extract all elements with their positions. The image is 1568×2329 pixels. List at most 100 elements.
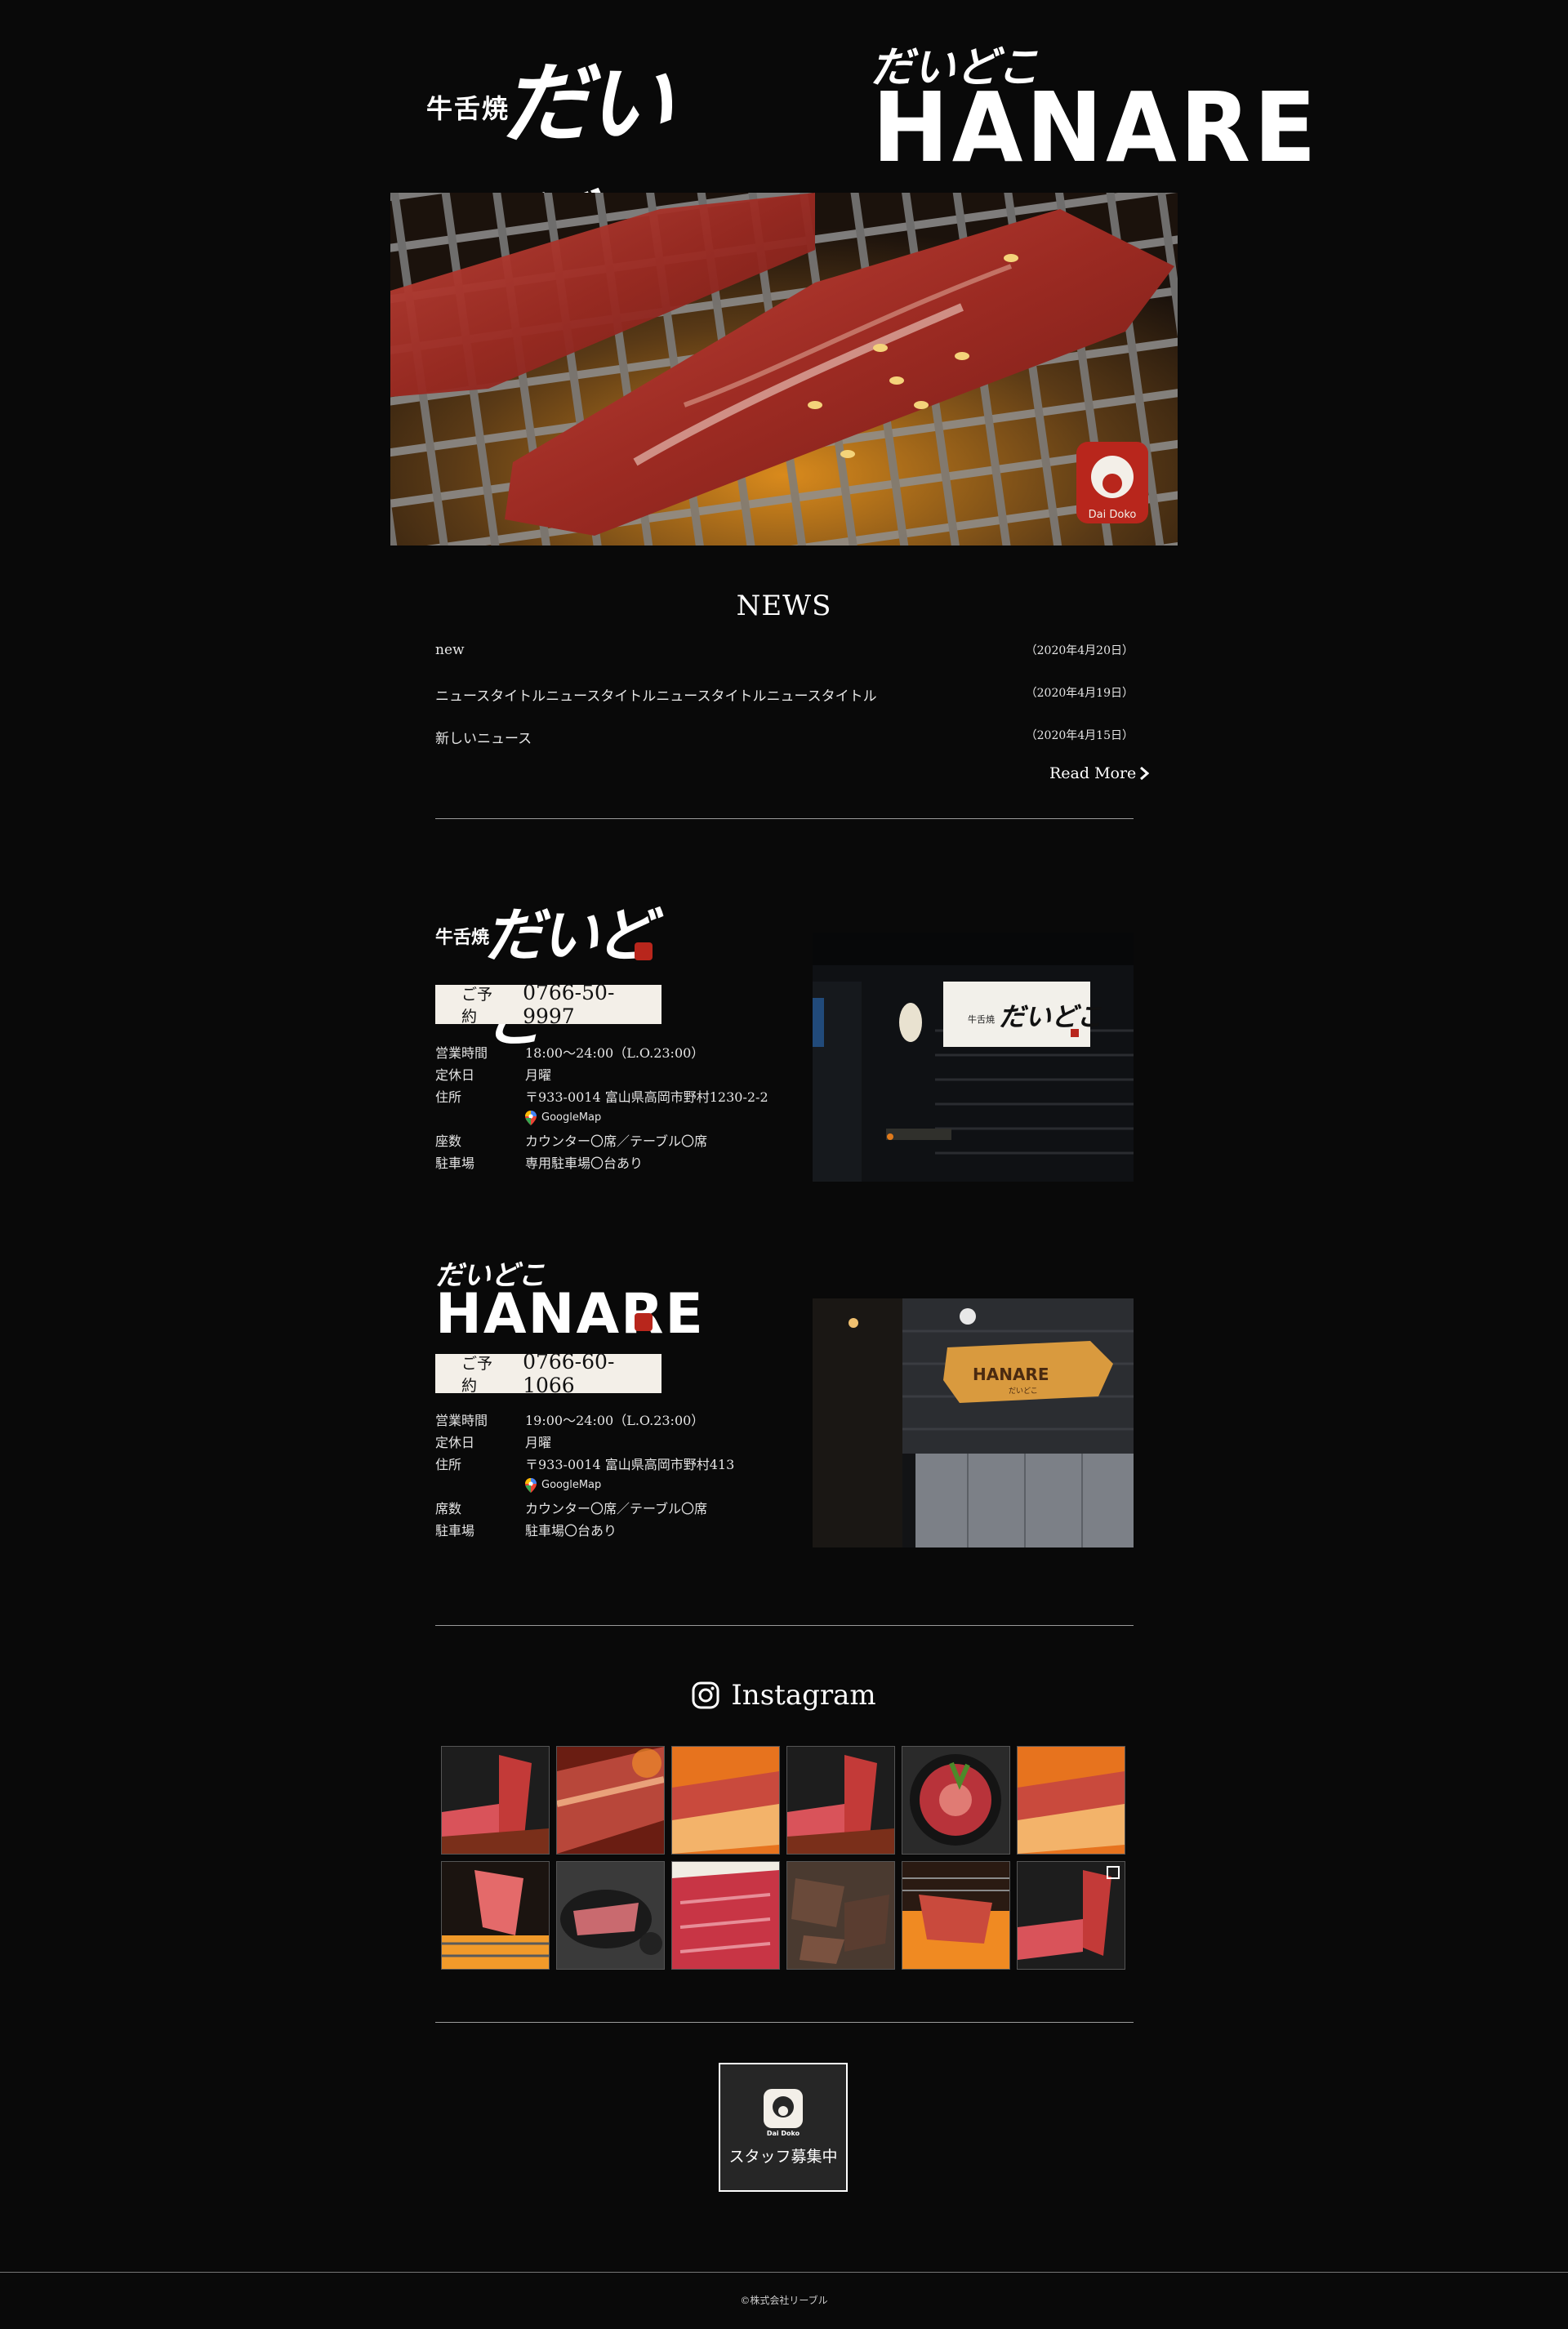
info-value: 〒933-0014 富山県高岡市野村413 [525, 1456, 735, 1472]
news-item-date: （2020年4月20日） [1025, 644, 1134, 657]
hero-badge-text: Dai Doko [1089, 509, 1137, 521]
news-heading: NEWS [736, 590, 832, 622]
info-row-map: GoogleMap [435, 1474, 778, 1496]
recruit-label: スタッフ募集中 [728, 2147, 838, 2166]
storefront-photo: 牛舌焼 だいどこ [813, 933, 1134, 1182]
logo-title: だいどこ [484, 901, 654, 1055]
info-row-holiday: 定休日 月曜 [435, 1062, 778, 1084]
instagram-icon [692, 1681, 719, 1709]
instagram-post[interactable] [902, 1746, 1010, 1855]
news-item-title[interactable]: 新しいニュース [435, 727, 532, 747]
seal-icon [635, 1313, 653, 1331]
info-row-parking: 駐車場 専用駐車場〇台あり [435, 1151, 778, 1173]
info-value: 月曜 [525, 1434, 552, 1450]
footer-divider [0, 2272, 1568, 2273]
grilled-meat-photo: Dai Doko [390, 193, 1178, 546]
info-key: 駐車場 [435, 1155, 475, 1171]
info-key: 席数 [435, 1500, 462, 1516]
info-key: 駐車場 [435, 1522, 475, 1539]
logo-title: HANARE [435, 1282, 705, 1347]
reserve-phone-button[interactable]: ご予約 0766-60-1066 [435, 1350, 662, 1397]
logo-subtitle: 牛舌焼 [435, 928, 490, 948]
shop-info: 営業時間 19:00～24:00（L.O.23:00） 定休日 月曜 住所 〒933-… [435, 1408, 778, 1540]
section-divider [435, 1625, 1134, 1626]
logo-title: HANARE [872, 72, 1320, 185]
news-item-date: （2020年4月19日） [1025, 687, 1134, 700]
info-key: 住所 [435, 1456, 462, 1472]
info-row-address: 住所 〒933-0014 富山県高岡市野村413 [435, 1452, 778, 1474]
info-value: 19:00～24:00（L.O.23:00） [525, 1412, 705, 1428]
news-item-date: （2020年4月15日） [1025, 729, 1134, 742]
news-item-title[interactable]: ニュースタイトルニュースタイトルニュースタイトルニュースタイトル [435, 684, 877, 705]
phone-number: 0766-60-1066 [523, 1350, 615, 1397]
instagram-post[interactable] [556, 1861, 665, 1970]
info-row-seats: 席数 カウンター〇席／テーブル〇席 [435, 1496, 778, 1518]
info-row-parking: 駐車場 駐車場〇台あり [435, 1518, 778, 1540]
info-row-address: 住所 〒933-0014 富山県高岡市野村1230-2-2 [435, 1084, 778, 1107]
instagram-post[interactable] [441, 1746, 550, 1855]
info-key: 住所 [435, 1089, 462, 1105]
instagram-post[interactable] [671, 1746, 780, 1855]
info-value: カウンター〇席／テーブル〇席 [525, 1133, 708, 1149]
sign-title: だいどこ [999, 1001, 1102, 1032]
info-key: 定休日 [435, 1434, 475, 1450]
instagram-grid [441, 1746, 1125, 1970]
shop-photo: HANARE だいどこ [813, 1298, 1134, 1547]
info-key: 座数 [435, 1133, 462, 1149]
shop-hanare: だいどこ HANARE ご予約 0766-60-1066 営業時間 19:00～2… [435, 1253, 1134, 1555]
map-pin-icon [525, 1110, 537, 1125]
info-row-hours: 営業時間 18:00～24:00（L.O.23:00） [435, 1040, 778, 1062]
map-pin-icon [525, 1477, 537, 1493]
sign-subtitle: だいどこ [1009, 1387, 1038, 1396]
instagram-post[interactable] [1017, 1746, 1125, 1855]
shop-daidoko: 牛舌焼 だいどこ ご予約 0766-50-9997 営業時間 18:00～24:0… [435, 887, 1134, 1189]
google-map-label: GoogleMap [541, 1479, 602, 1491]
info-row-holiday: 定休日 月曜 [435, 1430, 778, 1452]
logo-subtitle: 牛舌焼 [426, 93, 510, 124]
section-divider [435, 818, 1134, 819]
shop-info: 営業時間 18:00～24:00（L.O.23:00） 定休日 月曜 住所 〒933-… [435, 1040, 778, 1173]
daidoko-seal-icon: Dai Doko [764, 2088, 803, 2136]
news-item[interactable]: 新しいニュース （2020年4月15日） [435, 727, 1134, 747]
instagram-post[interactable] [556, 1746, 665, 1855]
daidoko-logo[interactable]: 牛舌焼 だいどこ [426, 33, 704, 283]
info-value: 18:00～24:00（L.O.23:00） [525, 1044, 705, 1061]
google-map-link[interactable]: GoogleMap [525, 1477, 602, 1493]
reserve-phone-button[interactable]: ご予約 0766-50-9997 [435, 981, 662, 1028]
news-item-title[interactable]: new [435, 642, 465, 658]
info-value: 〒933-0014 富山県高岡市野村1230-2-2 [525, 1089, 768, 1105]
storefront-photo: HANARE だいどこ [813, 1298, 1134, 1547]
info-key: 営業時間 [435, 1044, 488, 1061]
hanare-logo[interactable]: だいどこ HANARE [871, 33, 1316, 184]
reserve-label: ご予約 [461, 1355, 493, 1395]
instagram-title: Instagram [731, 1679, 876, 1712]
reserve-label: ご予約 [461, 986, 493, 1026]
shop-photo: 牛舌焼 だいどこ [813, 933, 1134, 1182]
instagram-post[interactable] [441, 1861, 550, 1970]
instagram-post[interactable] [786, 1746, 895, 1855]
section-divider [435, 2022, 1134, 2023]
sign-subtitle: 牛舌焼 [968, 1013, 995, 1025]
news-item[interactable]: new （2020年4月20日） [435, 642, 1134, 658]
info-row-hours: 営業時間 19:00～24:00（L.O.23:00） [435, 1408, 778, 1430]
phone-number: 0766-50-9997 [523, 981, 615, 1028]
google-map-link[interactable]: GoogleMap [525, 1110, 602, 1125]
recruit-brand: Dai Doko [767, 2130, 800, 2136]
read-more-link[interactable]: Read More [1049, 764, 1150, 782]
instagram-post[interactable] [671, 1861, 780, 1970]
instagram-post[interactable] [1017, 1861, 1125, 1970]
instagram-post[interactable] [786, 1861, 895, 1970]
info-key: 定休日 [435, 1067, 475, 1083]
read-more-label: Read More [1049, 764, 1137, 782]
google-map-label: GoogleMap [541, 1111, 602, 1124]
chevron-right-icon [1140, 767, 1150, 780]
info-value: 駐車場〇台あり [525, 1522, 617, 1539]
recruit-banner[interactable]: Dai Doko スタッフ募集中 [719, 2063, 848, 2192]
header: 牛舌焼 だいどこ だいどこ HANARE [0, 0, 1568, 283]
info-key: 営業時間 [435, 1412, 488, 1428]
info-value: 月曜 [525, 1067, 552, 1083]
instagram-post[interactable] [902, 1861, 1010, 1970]
news-item[interactable]: ニュースタイトルニュースタイトルニュースタイトルニュースタイトル （2020年4… [435, 684, 1134, 705]
shop-logo: だいどこ HANARE [435, 1253, 703, 1347]
sign-title: HANARE [973, 1365, 1049, 1384]
